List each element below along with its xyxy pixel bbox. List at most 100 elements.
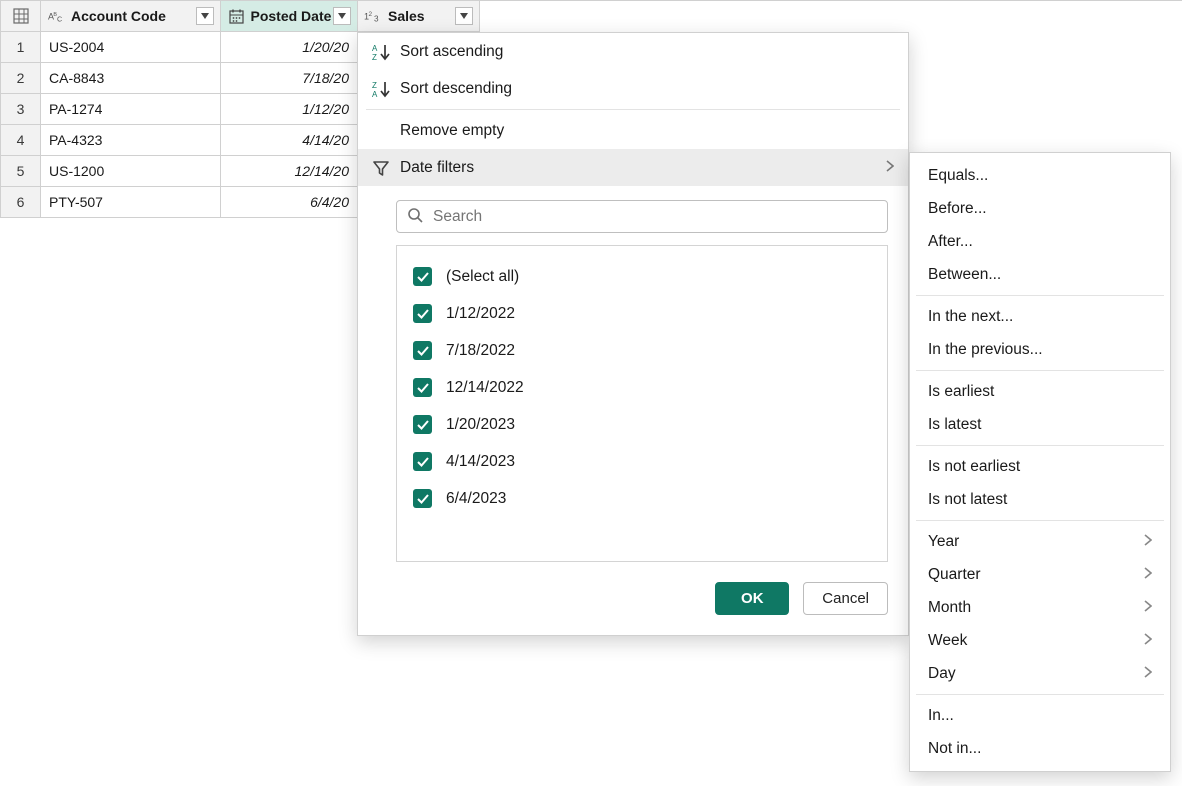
checkbox-icon bbox=[413, 267, 432, 286]
datefilter-month[interactable]: Month bbox=[910, 591, 1170, 624]
filter-value-label: 7/18/2022 bbox=[446, 342, 515, 360]
menu-separator bbox=[916, 520, 1164, 521]
row-number[interactable]: 5 bbox=[1, 156, 41, 187]
row-number[interactable]: 2 bbox=[1, 63, 41, 94]
menu-label: Sort descending bbox=[400, 80, 512, 98]
filter-values-list: (Select all) 1/12/2022 7/18/2022 12/14/2… bbox=[396, 245, 888, 562]
svg-text:C: C bbox=[57, 14, 62, 23]
checkbox-icon bbox=[413, 452, 432, 471]
checkbox-icon bbox=[413, 341, 432, 360]
row-number[interactable]: 6 bbox=[1, 187, 41, 218]
sort-desc-icon: ZA bbox=[372, 80, 400, 98]
filter-value-item[interactable]: 6/4/2023 bbox=[397, 480, 887, 517]
cell-account[interactable]: CA-8843 bbox=[41, 63, 221, 94]
datefilter-equals[interactable]: Equals... bbox=[910, 159, 1170, 192]
row-number[interactable]: 1 bbox=[1, 32, 41, 63]
svg-text:2: 2 bbox=[369, 11, 373, 18]
filter-value-label: 6/4/2023 bbox=[446, 490, 506, 508]
filter-value-label: 4/14/2023 bbox=[446, 453, 515, 471]
cell-account[interactable]: PA-4323 bbox=[41, 125, 221, 156]
date-filters[interactable]: Date filters bbox=[358, 149, 908, 186]
menu-separator bbox=[916, 445, 1164, 446]
menu-label: Sort ascending bbox=[400, 43, 503, 61]
datefilter-quarter[interactable]: Quarter bbox=[910, 558, 1170, 591]
checkbox-icon bbox=[413, 378, 432, 397]
datefilter-in[interactable]: In... bbox=[910, 699, 1170, 732]
cell-account[interactable]: US-2004 bbox=[41, 32, 221, 63]
filter-value-label: 1/12/2022 bbox=[446, 305, 515, 323]
remove-empty[interactable]: Remove empty bbox=[358, 112, 908, 149]
datefilter-is-latest[interactable]: Is latest bbox=[910, 408, 1170, 441]
search-icon bbox=[407, 207, 431, 226]
chevron-right-icon bbox=[886, 159, 894, 177]
cancel-button[interactable]: Cancel bbox=[803, 582, 888, 615]
cell-account[interactable]: PTY-507 bbox=[41, 187, 221, 218]
datefilter-week[interactable]: Week bbox=[910, 624, 1170, 657]
datefilter-is-earliest[interactable]: Is earliest bbox=[910, 375, 1170, 408]
menu-separator bbox=[916, 370, 1164, 371]
chevron-right-icon bbox=[1144, 599, 1152, 617]
cell-posted[interactable]: 6/4/20 bbox=[221, 187, 358, 218]
sort-ascending[interactable]: AZ Sort ascending bbox=[358, 33, 908, 70]
menu-label: Remove empty bbox=[400, 122, 504, 140]
menu-separator bbox=[366, 109, 900, 110]
filter-value-item[interactable]: 12/14/2022 bbox=[397, 369, 887, 406]
datefilter-in-next[interactable]: In the next... bbox=[910, 300, 1170, 333]
checkbox-icon bbox=[413, 415, 432, 434]
column-filter-button[interactable] bbox=[333, 7, 351, 25]
column-filter-button[interactable] bbox=[196, 7, 214, 25]
filter-value-item[interactable]: 7/18/2022 bbox=[397, 332, 887, 369]
filter-value-select-all[interactable]: (Select all) bbox=[397, 258, 887, 295]
cell-posted[interactable]: 1/12/20 bbox=[221, 94, 358, 125]
svg-text:A: A bbox=[372, 44, 378, 53]
ok-button[interactable]: OK bbox=[715, 582, 789, 615]
filter-value-item[interactable]: 1/12/2022 bbox=[397, 295, 887, 332]
colhdr-account-code[interactable]: ABC Account Code bbox=[41, 1, 221, 32]
cell-posted[interactable]: 1/20/20 bbox=[221, 32, 358, 63]
row-number[interactable]: 4 bbox=[1, 125, 41, 156]
datefilter-not-in[interactable]: Not in... bbox=[910, 732, 1170, 765]
datefilter-in-previous[interactable]: In the previous... bbox=[910, 333, 1170, 366]
cell-posted[interactable]: 4/14/20 bbox=[221, 125, 358, 156]
column-filter-dropdown: AZ Sort ascending ZA Sort descending Rem… bbox=[357, 32, 909, 636]
datefilter-after[interactable]: After... bbox=[910, 225, 1170, 258]
chevron-right-icon bbox=[1144, 533, 1152, 551]
column-filter-button[interactable] bbox=[455, 7, 473, 25]
checkbox-icon bbox=[413, 304, 432, 323]
filter-value-item[interactable]: 4/14/2023 bbox=[397, 443, 887, 480]
datefilter-between[interactable]: Between... bbox=[910, 258, 1170, 291]
svg-text:Z: Z bbox=[372, 81, 377, 90]
cell-account[interactable]: US-1200 bbox=[41, 156, 221, 187]
date-type-icon bbox=[227, 9, 246, 24]
cell-posted[interactable]: 7/18/20 bbox=[221, 63, 358, 94]
colhdr-label: Posted Date bbox=[246, 8, 331, 24]
filter-value-label: 1/20/2023 bbox=[446, 416, 515, 434]
date-filters-submenu: Equals... Before... After... Between... … bbox=[909, 152, 1171, 772]
text-type-icon: ABC bbox=[47, 9, 67, 23]
sort-asc-icon: AZ bbox=[372, 43, 400, 61]
colhdr-sales[interactable]: 123 Sales bbox=[358, 1, 480, 32]
sort-descending[interactable]: ZA Sort descending bbox=[358, 70, 908, 107]
number-type-icon: 123 bbox=[364, 9, 384, 23]
filter-value-label: (Select all) bbox=[446, 268, 519, 286]
datefilter-is-not-latest[interactable]: Is not latest bbox=[910, 483, 1170, 516]
datefilter-is-not-earliest[interactable]: Is not earliest bbox=[910, 450, 1170, 483]
datefilter-day[interactable]: Day bbox=[910, 657, 1170, 690]
svg-text:Z: Z bbox=[372, 53, 377, 61]
search-box[interactable] bbox=[396, 200, 888, 233]
cell-account[interactable]: PA-1274 bbox=[41, 94, 221, 125]
svg-text:A: A bbox=[372, 90, 378, 98]
row-number[interactable]: 3 bbox=[1, 94, 41, 125]
filter-icon bbox=[372, 159, 400, 177]
filter-value-item[interactable]: 1/20/2023 bbox=[397, 406, 887, 443]
search-input[interactable] bbox=[431, 207, 877, 227]
datefilter-year[interactable]: Year bbox=[910, 525, 1170, 558]
cell-posted[interactable]: 12/14/20 bbox=[221, 156, 358, 187]
datefilter-before[interactable]: Before... bbox=[910, 192, 1170, 225]
colhdr-posted-date[interactable]: Posted Date bbox=[221, 1, 358, 32]
colhdr-label: Account Code bbox=[67, 8, 194, 24]
colhdr-label: Sales bbox=[384, 8, 453, 24]
menu-separator bbox=[916, 694, 1164, 695]
select-all-corner[interactable] bbox=[1, 1, 41, 32]
dialog-buttons: OK Cancel bbox=[358, 562, 908, 615]
